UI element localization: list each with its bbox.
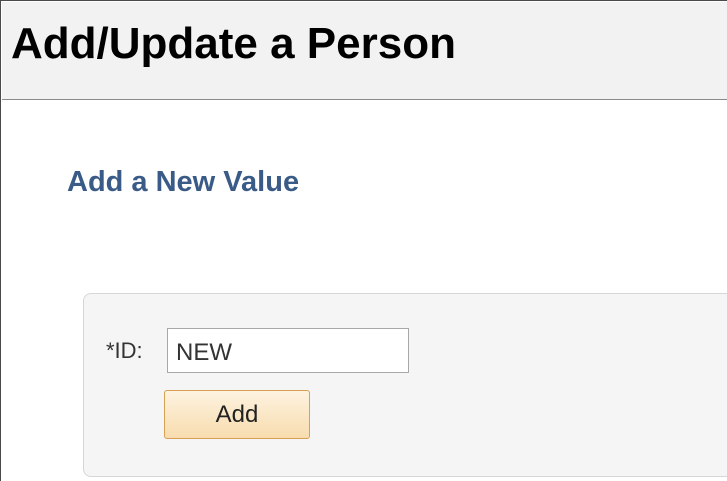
section-title: Add a New Value bbox=[67, 166, 300, 198]
page-header: Add/Update a Person bbox=[2, 2, 727, 100]
id-field-label: *ID: bbox=[106, 338, 143, 363]
id-input[interactable] bbox=[167, 328, 409, 373]
add-button[interactable]: Add bbox=[164, 390, 310, 439]
add-value-group-box bbox=[83, 293, 727, 477]
page-title: Add/Update a Person bbox=[11, 19, 456, 68]
